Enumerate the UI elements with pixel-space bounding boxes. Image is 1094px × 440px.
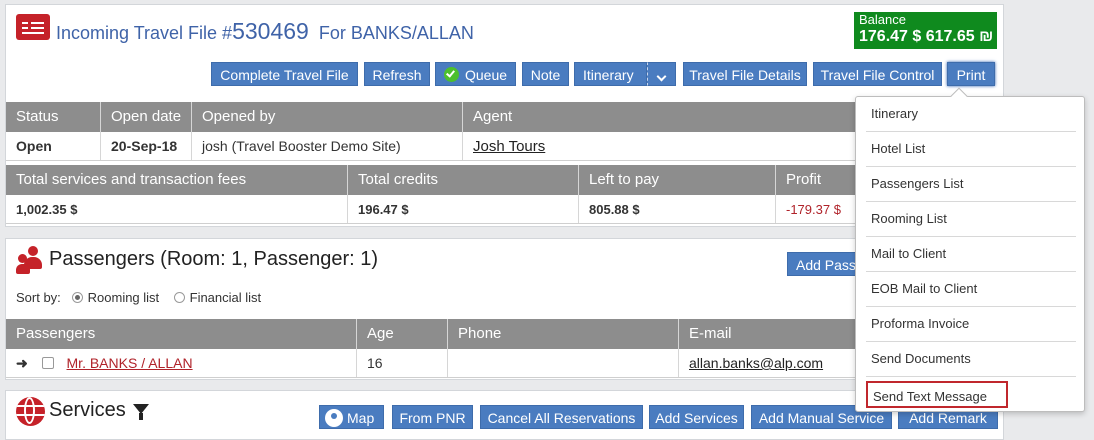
file-number: 530469: [232, 18, 309, 44]
map-label: Map: [347, 410, 375, 426]
menu-item-send-documents[interactable]: Send Documents: [866, 342, 1076, 377]
totals-row: 1,002.35 $ 196.47 $ 805.88 $ -179.37 $: [6, 195, 1003, 224]
passengers-table-header: Passengers Age Phone E-mail: [6, 319, 1003, 349]
travel-file-icon: [16, 14, 50, 40]
cancel-all-reservations-button[interactable]: Cancel All Reservations: [480, 405, 643, 429]
map-button[interactable]: Map: [319, 405, 384, 429]
passenger-cell: ➜ Mr. BANKS / ALLAN: [6, 349, 357, 377]
complete-travel-file-button[interactable]: Complete Travel File: [211, 62, 358, 86]
from-pnr-button[interactable]: From PNR: [392, 405, 473, 429]
menu-item-mail-to-client[interactable]: Mail to Client: [866, 237, 1076, 272]
total-credits-value: 196.47 $: [348, 195, 579, 223]
col-phone: Phone: [448, 319, 679, 349]
menu-item-itinerary[interactable]: Itinerary: [866, 97, 1076, 132]
map-icon: [325, 409, 343, 427]
menu-item-passengers-list[interactable]: Passengers List: [866, 167, 1076, 202]
age-value: 16: [357, 349, 448, 377]
globe-icon: [16, 397, 45, 426]
sort-rooming-option[interactable]: Rooming list: [71, 290, 160, 305]
page-title: Incoming Travel File #530469 For BANKS/A…: [56, 18, 474, 45]
add-services-button[interactable]: Add Services: [649, 405, 744, 429]
menu-item-eob-mail-to-client[interactable]: EOB Mail to Client: [866, 272, 1076, 307]
menu-item-proforma-invoice[interactable]: Proforma Invoice: [866, 307, 1076, 342]
col-opened-by: Opened by: [192, 102, 463, 132]
menu-item-send-text-message[interactable]: Send Text Message: [866, 381, 1008, 408]
totals-header: Total services and transaction fees Tota…: [6, 165, 1003, 195]
sort-financial-label: Financial list: [189, 290, 262, 305]
total-services-value: 1,002.35 $: [6, 195, 348, 223]
balance-badge: Balance 176.47 $ 617.65 ₪: [854, 12, 997, 49]
sort-financial-option[interactable]: Financial list: [173, 290, 262, 305]
travel-file-details-button[interactable]: Travel File Details: [683, 62, 807, 86]
col-total-services: Total services and transaction fees: [6, 165, 348, 195]
queue-label: Queue: [465, 67, 508, 83]
print-menu: Itinerary Hotel List Passengers List Roo…: [855, 87, 1085, 412]
sort-rooming-label: Rooming list: [87, 290, 160, 305]
col-open-date: Open date: [101, 102, 192, 132]
arrow-right-icon: ➜: [16, 355, 28, 371]
passengers-icon: [16, 246, 44, 274]
print-button[interactable]: Print: [947, 62, 995, 86]
travel-file-control-button[interactable]: Travel File Control: [813, 62, 942, 86]
col-left-to-pay: Left to pay: [579, 165, 776, 195]
refresh-button[interactable]: Refresh: [364, 62, 430, 86]
balance-label: Balance: [859, 12, 906, 27]
title-prefix: Incoming Travel File #: [56, 23, 233, 43]
phone-value: [448, 349, 679, 377]
radio-selected-icon: [71, 292, 83, 303]
itinerary-dropdown-toggle[interactable]: [647, 62, 676, 86]
col-total-credits: Total credits: [348, 165, 579, 195]
agent-link[interactable]: Josh Tours: [473, 138, 545, 155]
check-circle-icon: [444, 67, 459, 82]
opened-by-value: josh (Travel Booster Demo Site): [192, 132, 463, 160]
passenger-name-link[interactable]: Mr. BANKS / ALLAN: [67, 355, 193, 371]
note-button[interactable]: Note: [522, 62, 569, 86]
menu-item-hotel-list[interactable]: Hotel List: [866, 132, 1076, 167]
queue-button[interactable]: Queue: [435, 62, 516, 86]
passengers-title: Passengers (Room: 1, Passenger: 1): [49, 248, 379, 270]
status-value: Open: [6, 132, 101, 160]
col-age: Age: [357, 319, 448, 349]
filter-icon-stem: [139, 413, 143, 420]
email-link[interactable]: allan.banks@alp.com: [689, 355, 823, 371]
menu-item-rooming-list[interactable]: Rooming List: [866, 202, 1076, 237]
col-status: Status: [6, 102, 101, 132]
balance-value: 176.47 $ 617.65 ₪: [859, 28, 994, 45]
open-date-value: 20-Sep-18: [101, 132, 192, 160]
row-checkbox[interactable]: [41, 357, 54, 369]
client-name: For BANKS/ALLAN: [318, 23, 474, 43]
services-title: Services: [49, 399, 126, 421]
table-row: ➜ Mr. BANKS / ALLAN 16 allan.banks@alp.c…: [6, 349, 1003, 378]
chevron-down-icon: [656, 71, 667, 82]
itinerary-button[interactable]: Itinerary: [574, 62, 647, 86]
file-info-row: Open 20-Sep-18 josh (Travel Booster Demo…: [6, 132, 1003, 161]
radio-icon: [173, 292, 185, 303]
col-passengers: Passengers: [6, 319, 357, 349]
file-info-header: Status Open date Opened by Agent: [6, 102, 1003, 132]
sort-label: Sort by:: [16, 290, 61, 305]
sort-by: Sort by: Rooming list Financial list: [16, 290, 261, 305]
left-to-pay-value: 805.88 $: [579, 195, 776, 223]
